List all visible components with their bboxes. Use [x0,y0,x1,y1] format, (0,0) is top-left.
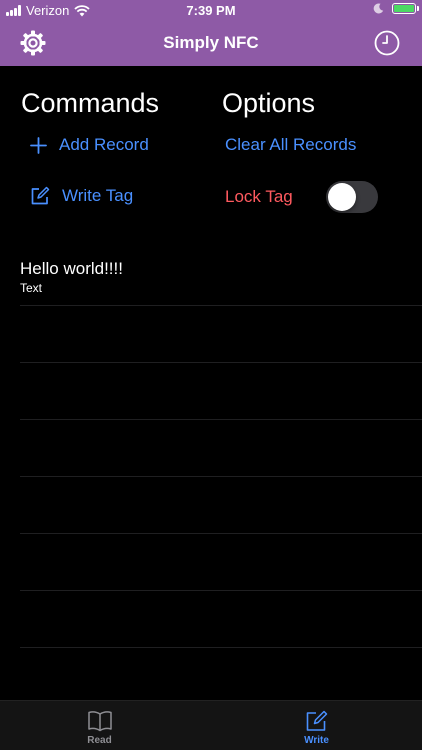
list-item[interactable]: Hello world!!!! Text [20,250,422,306]
status-time: 7:39 PM [186,3,236,18]
status-right [373,3,419,14]
empty-row [20,363,422,420]
tab-read[interactable]: Read [0,701,205,750]
compose-icon [306,710,327,731]
tab-write[interactable]: Write [211,701,422,750]
nav-title: Simply NFC [163,33,259,52]
add-record-label: Add Record [59,135,149,154]
add-record-button[interactable]: Add Record [30,135,149,155]
empty-row [20,591,422,648]
compose-icon [31,186,50,205]
header: Verizon 7:39 PM Simply NFC [0,0,422,66]
empty-row [20,534,422,591]
tab-write-label: Write [304,735,329,746]
plus-icon [30,136,47,154]
moon-icon [373,3,384,14]
clear-all-records-button[interactable]: Clear All Records [225,135,356,155]
options-title: Options [222,88,316,118]
records-list: Hello world!!!! Text [20,250,422,648]
tab-bar: Read Write [0,700,422,750]
tab-read-label: Read [87,735,112,746]
empty-row [20,306,422,363]
empty-row [20,420,422,477]
write-tag-label: Write Tag [62,186,134,205]
clear-all-records-label: Clear All Records [225,135,357,154]
battery-icon [392,3,419,14]
status-bar: Verizon 7:39 PM [0,0,422,22]
record-title: Hello world!!!! [20,259,123,278]
book-icon [87,711,112,732]
history-button[interactable] [373,29,401,57]
lock-tag-label: Lock Tag [225,187,293,206]
toggle-knob [328,183,356,211]
record-type: Text [20,281,43,295]
commands-title: Commands [21,88,160,118]
clock-icon [374,30,400,56]
lock-tag-toggle[interactable] [326,181,378,213]
write-tag-button[interactable]: Write Tag [30,186,133,206]
empty-row [20,477,422,534]
